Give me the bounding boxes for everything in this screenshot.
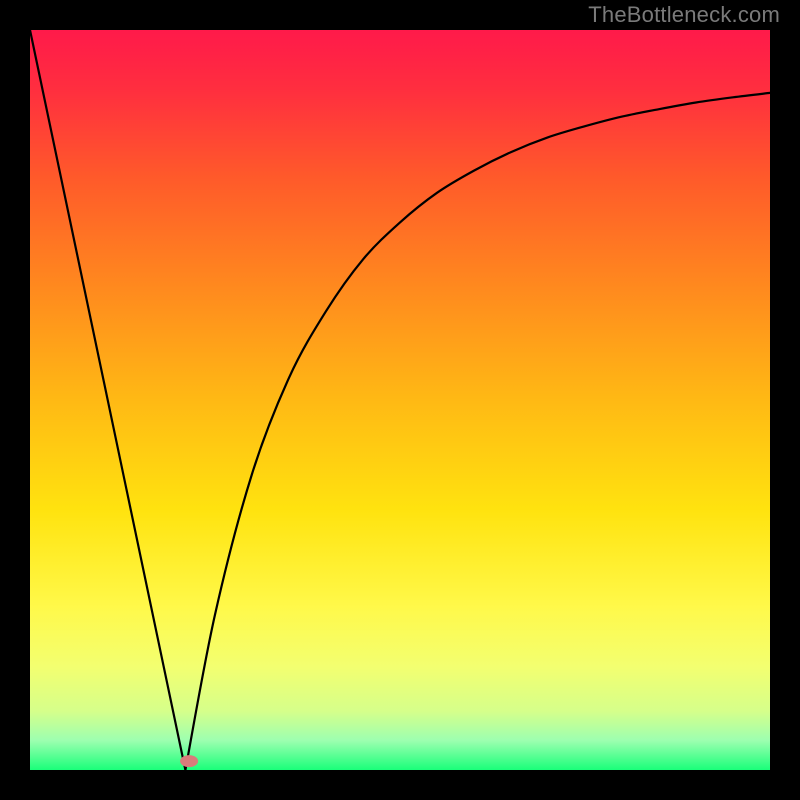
optimal-point-marker <box>180 755 198 767</box>
chart-svg <box>30 30 770 770</box>
chart-frame: TheBottleneck.com <box>0 0 800 800</box>
watermark-text: TheBottleneck.com <box>588 2 780 28</box>
gradient-background <box>30 30 770 770</box>
plot-area <box>30 30 770 770</box>
